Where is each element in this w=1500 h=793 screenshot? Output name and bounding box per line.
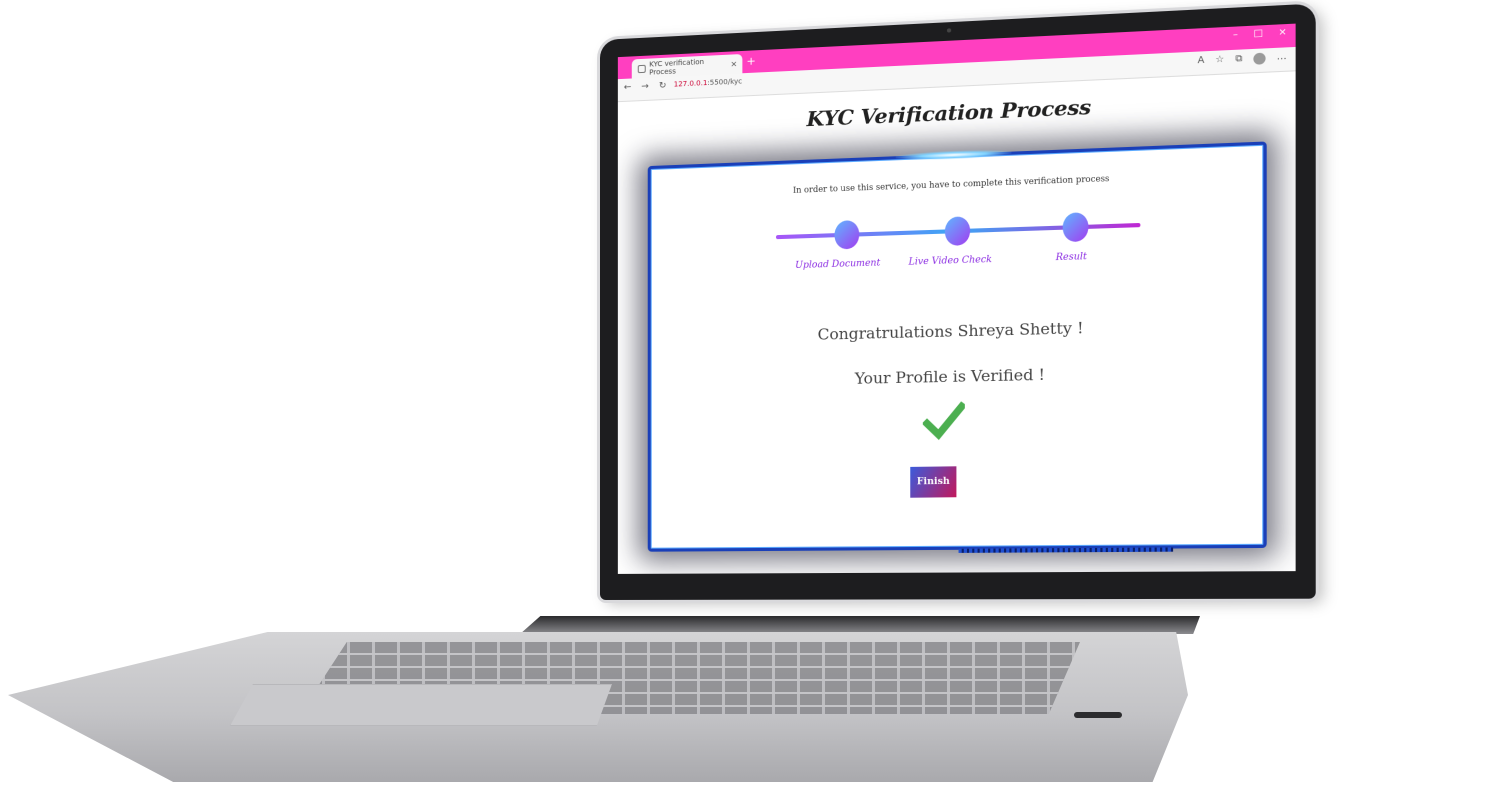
collections-icon[interactable]: ⧉ bbox=[1235, 54, 1242, 66]
close-tab-icon[interactable]: × bbox=[731, 59, 738, 68]
intro-text: In order to use this service, you have t… bbox=[651, 168, 1264, 200]
congrats-message: Congratrulations Shreya Shetty ! bbox=[651, 314, 1264, 348]
usb-port bbox=[1074, 712, 1122, 718]
tab-title: KYC verification Process bbox=[649, 56, 726, 76]
close-window-button[interactable]: × bbox=[1278, 27, 1286, 38]
laptop-screen: KYC verification Process × + – □ × ← → ↻ bbox=[600, 3, 1316, 600]
step-dot-result bbox=[1063, 212, 1089, 242]
address-bar[interactable]: 127.0.0.1:5500/kyc bbox=[674, 77, 742, 88]
finish-button[interactable]: Finish bbox=[910, 466, 956, 497]
reload-icon[interactable]: ↻ bbox=[659, 81, 667, 91]
card-glow bbox=[896, 149, 1012, 162]
back-icon[interactable]: ← bbox=[624, 83, 632, 93]
checkmark-icon bbox=[923, 400, 965, 442]
favicon-icon bbox=[638, 64, 646, 72]
forward-icon[interactable]: → bbox=[641, 82, 649, 92]
profile-avatar[interactable] bbox=[1253, 53, 1265, 65]
card-footer-decoration bbox=[959, 547, 1174, 552]
laptop-lid: KYC verification Process × + – □ × ← → ↻ bbox=[600, 3, 1316, 600]
verified-message: Your Profile is Verified ! bbox=[651, 361, 1264, 392]
new-tab-button[interactable]: + bbox=[746, 54, 755, 68]
maximize-button[interactable]: □ bbox=[1253, 28, 1262, 39]
address-path: :5500/kyc bbox=[707, 77, 742, 87]
window-controls: – □ × bbox=[1233, 27, 1287, 40]
browser-window: KYC verification Process × + – □ × ← → ↻ bbox=[618, 24, 1296, 574]
verification-card: In order to use this service, you have t… bbox=[648, 141, 1267, 551]
minimize-button[interactable]: – bbox=[1233, 30, 1238, 41]
laptop-mockup: KYC verification Process × + – □ × ← → ↻ bbox=[0, 0, 1500, 793]
step-label-result: Result bbox=[1056, 252, 1087, 263]
nav-buttons: ← → ↻ bbox=[624, 81, 667, 93]
trackpad bbox=[230, 684, 612, 726]
laptop-hinge bbox=[520, 616, 1200, 634]
webcam-icon bbox=[947, 28, 951, 32]
read-aloud-icon[interactable]: A bbox=[1198, 55, 1205, 67]
step-label-upload: Upload Document bbox=[795, 258, 880, 271]
step-dot-upload bbox=[834, 220, 859, 249]
toolbar-icons: A ☆ ⧉ … bbox=[1198, 52, 1287, 68]
address-host: 127.0.0.1 bbox=[674, 79, 708, 89]
progress-stepper: Upload Document Live Video Check Result bbox=[776, 210, 1140, 253]
step-dot-video bbox=[945, 216, 970, 246]
step-label-video: Live Video Check bbox=[909, 255, 992, 268]
favorites-icon[interactable]: ☆ bbox=[1215, 55, 1224, 67]
more-menu-icon[interactable]: … bbox=[1277, 52, 1287, 64]
